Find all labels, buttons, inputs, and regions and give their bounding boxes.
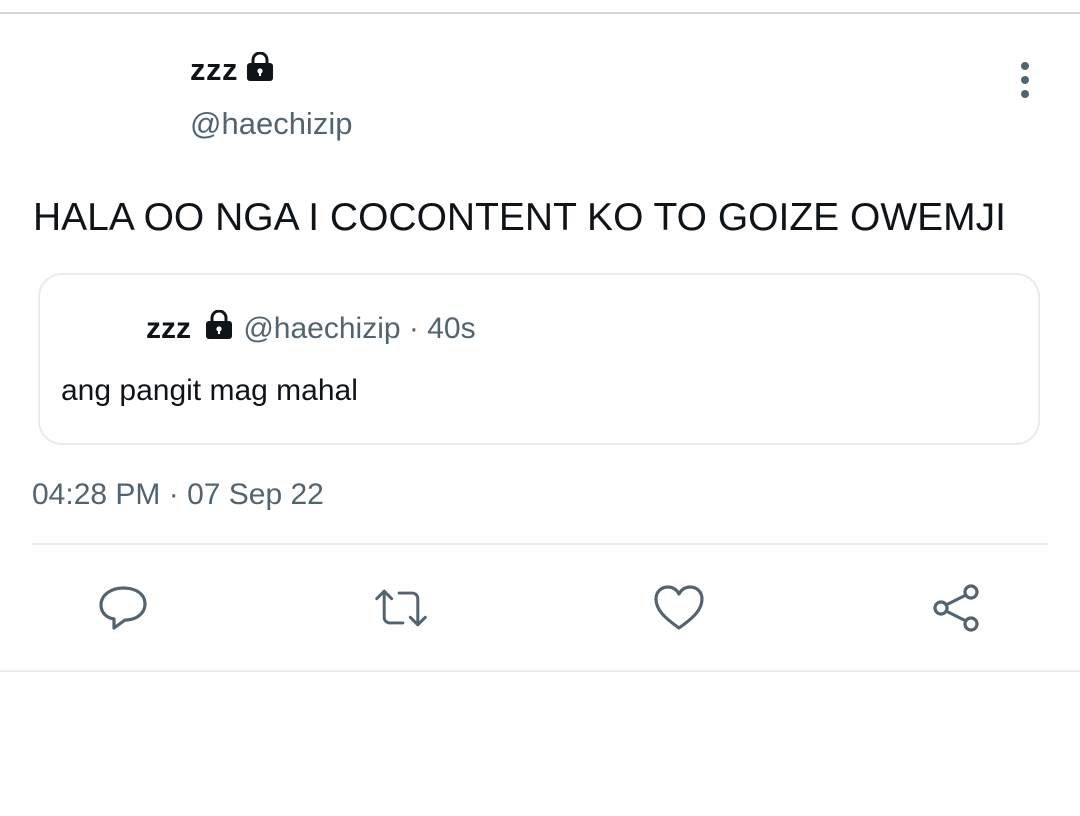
retweet-icon (375, 589, 427, 627)
like-button[interactable] (651, 580, 707, 636)
quoted-separator: · (408, 312, 419, 345)
share-button[interactable] (929, 580, 985, 636)
more-vertical-icon (1021, 62, 1029, 98)
author-name-row[interactable]: zzz (190, 50, 276, 92)
retweet-button[interactable] (373, 580, 429, 636)
like-icon (654, 585, 704, 630)
tweet-timestamp: 04:28 PM · 07 Sep 22 (32, 478, 324, 511)
reply-button[interactable] (95, 580, 151, 636)
quoted-author-name: zzz (146, 312, 191, 345)
quoted-tweet-header: zzz @haechizip · 40s (146, 309, 476, 351)
quoted-tweet-card[interactable]: zzz @haechizip · 40s ang pangit mag maha… (38, 273, 1040, 445)
tweet-text: HALA OO NGA I COCONTENT KO TO GOIZE OWEM… (33, 196, 1006, 239)
reply-icon (99, 586, 147, 630)
author-name[interactable]: zzz (190, 52, 238, 87)
lock-icon (203, 309, 235, 351)
quoted-time: 40s (427, 312, 476, 345)
quoted-author-handle: @haechizip (243, 312, 401, 345)
actions-divider (32, 543, 1048, 545)
more-options-button[interactable] (1008, 60, 1042, 100)
share-icon (933, 584, 979, 632)
tweet-detail: zzz @haechizip HALA OO NGA I COCONTENT K… (0, 14, 1080, 670)
quoted-tweet-text: ang pangit mag mahal (61, 374, 358, 407)
lock-icon (244, 51, 276, 92)
author-handle[interactable]: @haechizip (190, 104, 352, 144)
bottom-divider (0, 670, 1080, 672)
